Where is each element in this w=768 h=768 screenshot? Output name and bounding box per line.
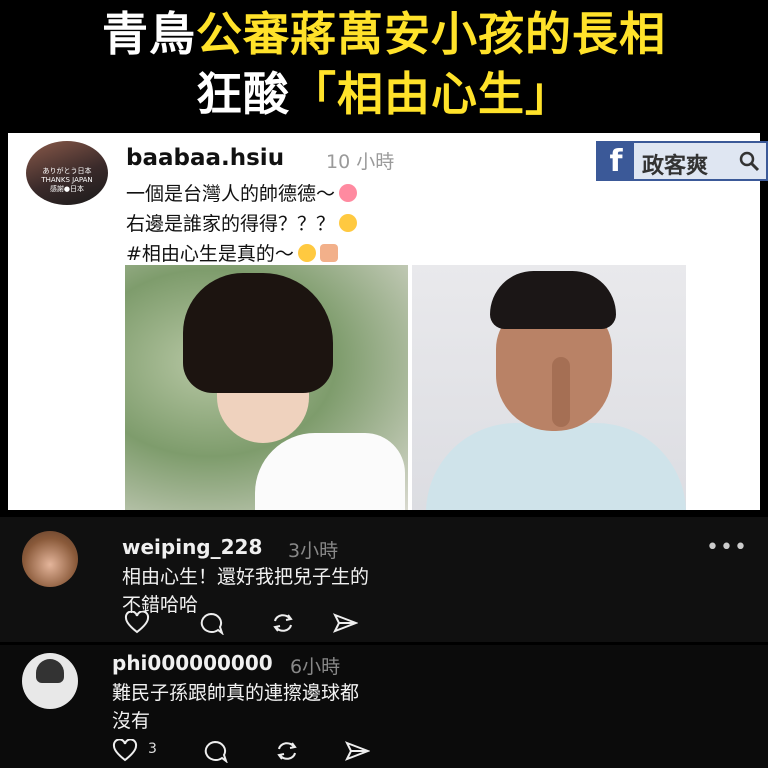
post-text: 右邊是誰家的得得？？？ (126, 213, 336, 235)
post-text-line: #相由心生是真的～ (126, 239, 338, 266)
post-photo-left[interactable] (125, 265, 408, 510)
share-icon[interactable] (332, 611, 358, 635)
facebook-logo-icon: f (598, 143, 634, 179)
comment-text: 難民子孫跟帥真的連擦邊球都 沒有 (112, 679, 359, 735)
post-text: #相由心生是真的～ (126, 243, 294, 265)
comment-time: 6小時 (290, 656, 341, 678)
comment-icon[interactable] (198, 611, 224, 635)
photo-hair (183, 273, 333, 393)
share-icon[interactable] (344, 739, 370, 763)
post-avatar[interactable]: ありがとう日本 THANKS JAPAN 感謝●日本 (26, 141, 108, 205)
comment-text-line: 相由心生！還好我把兒子生的 (122, 566, 370, 588)
comment: phi000000000 6小時 難民子孫跟帥真的連擦邊球都 沒有 3 (0, 645, 768, 768)
more-options-icon[interactable]: ••• (706, 535, 748, 560)
post-photo-right[interactable] (412, 265, 686, 510)
post-text-line: 右邊是誰家的得得？？？ (126, 209, 358, 236)
avatar-caption: ありがとう日本 THANKS JAPAN 感謝●日本 (41, 167, 93, 193)
like-count: 3 (148, 741, 157, 757)
headline-prefix: 青鳥 (102, 7, 196, 61)
magnifier-icon (739, 151, 760, 172)
commenter-avatar[interactable] (22, 531, 78, 587)
headline-prefix-2: 狂酸 (196, 67, 290, 121)
commenter-avatar[interactable] (22, 653, 78, 709)
nail-polish-emoji-icon (319, 244, 338, 262)
repost-icon[interactable] (274, 739, 300, 763)
facebook-page-badge: f 政客爽 (596, 141, 768, 181)
headline-line-1: 青鳥公審蔣萬安小孩的長相 (0, 6, 768, 62)
heart-icon[interactable] (112, 739, 138, 763)
post-time: 10 小時 (326, 151, 395, 173)
post-card: ありがとう日本 THANKS JAPAN 感謝●日本 baabaa.hsiu 10 … (8, 133, 768, 510)
post-text-line: 一個是台灣人的帥德德～ (126, 179, 358, 206)
shush-finger (552, 357, 570, 427)
photo-shirt (255, 433, 405, 510)
headline-highlight: 公審蔣萬安小孩的長相 (196, 7, 666, 61)
comment-text-line: 沒有 (112, 710, 151, 732)
comment-time: 3小時 (288, 540, 339, 562)
post-username[interactable]: baabaa.hsiu (126, 145, 284, 171)
comment-username[interactable]: weiping_228 (122, 535, 262, 559)
headline-highlight-2: 「相由心生」 (290, 67, 572, 121)
comment-icon[interactable] (202, 739, 228, 763)
relieved-emoji-icon (297, 244, 316, 262)
heart-icon[interactable] (124, 611, 150, 635)
post-text: 一個是台灣人的帥德德～ (126, 183, 336, 205)
repost-icon[interactable] (270, 611, 296, 635)
comment-text-line: 難民子孫跟帥真的連擦邊球都 (112, 682, 360, 704)
page-name: 政客爽 (642, 154, 709, 179)
smiling-hearts-emoji-icon (339, 184, 358, 202)
smirk-emoji-icon (339, 214, 358, 232)
comment-username[interactable]: phi000000000 (112, 651, 273, 675)
photo-hair (490, 271, 616, 329)
photo-shirt (426, 423, 686, 510)
comment: weiping_228 3小時 ••• 相由心生！還好我把兒子生的 不錯哈哈 (0, 517, 768, 642)
headline-line-2: 狂酸「相由心生」 (0, 66, 768, 122)
